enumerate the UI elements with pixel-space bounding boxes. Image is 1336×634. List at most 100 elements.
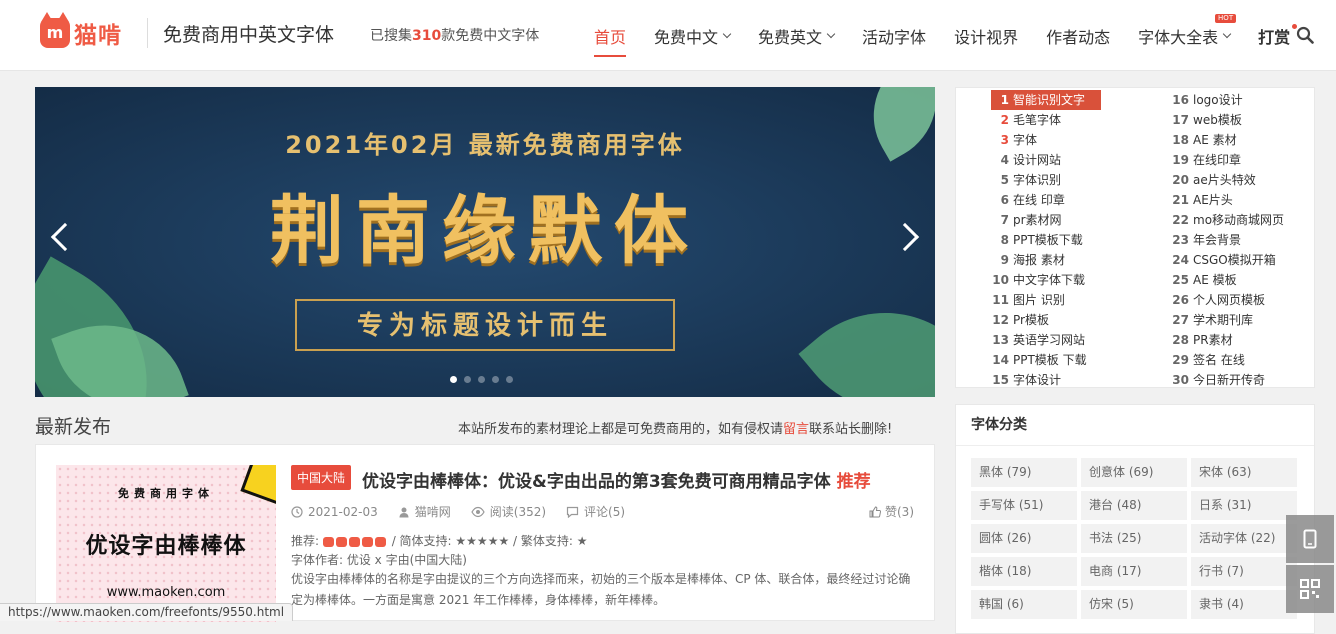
hot-keyword: web模板: [1193, 113, 1242, 127]
hot-list-item[interactable]: 5 字体识别: [991, 170, 1101, 190]
carousel-dot[interactable]: [492, 376, 499, 383]
hot-list-item[interactable]: 3 字体: [991, 130, 1101, 150]
hot-list-item[interactable]: 15 字体设计: [991, 370, 1101, 390]
carousel-dot[interactable]: [464, 376, 471, 383]
category-item[interactable]: 日系 (31): [1191, 491, 1297, 520]
category-item[interactable]: 黑体 (79): [971, 458, 1077, 487]
hot-list-item[interactable]: 13 英语学习网站: [991, 330, 1101, 350]
site-header: m 猫啃 免费商用中英文字体 已搜集310款免费中文字体 首页 免费中文 免费英…: [0, 0, 1336, 71]
nav-home[interactable]: 首页: [594, 0, 627, 71]
site-logo[interactable]: m 猫啃: [40, 12, 122, 50]
hot-list-item[interactable]: 30 今日新开传奇: [1171, 370, 1284, 390]
mobile-view-button[interactable]: [1286, 515, 1334, 563]
logo-text: 猫啃: [74, 23, 122, 49]
hot-keyword: PR素材: [1193, 333, 1233, 347]
hot-list-item[interactable]: 11 图片 识别: [991, 290, 1101, 310]
main-nav: 首页 免费中文 免费英文 活动字体 设计视界 作者动态 字体大全表 HOT 打赏: [580, 0, 1304, 71]
category-item[interactable]: 书法 (25): [1081, 524, 1187, 553]
search-icon[interactable]: [1296, 26, 1314, 44]
hot-list-item[interactable]: 2 毛笔字体: [991, 110, 1101, 130]
carousel-dot[interactable]: [506, 376, 513, 383]
category-item[interactable]: 创意体 (69): [1081, 458, 1187, 487]
hot-keyword: PPT模板 下载: [1013, 353, 1087, 367]
post-title[interactable]: 优设字由棒棒体：优设&字由出品的第3套免费可商用精品字体 推荐: [362, 467, 871, 492]
hot-list-item[interactable]: 23 年会背景: [1171, 230, 1284, 250]
nav-font-table[interactable]: 字体大全表 HOT: [1138, 0, 1237, 71]
banner-title: 荆南缘默体: [270, 188, 700, 274]
category-item[interactable]: 行书 (7): [1191, 557, 1297, 586]
category-item[interactable]: 活动字体 (22): [1191, 524, 1297, 553]
nav-free-english[interactable]: 免费英文: [758, 0, 836, 71]
hot-list-item[interactable]: 22 mo移动商城网页: [1171, 210, 1284, 230]
hot-list-item[interactable]: 16 logo设计: [1171, 90, 1284, 110]
category-item[interactable]: 韩国 (6): [971, 590, 1077, 619]
hot-keyword: AE 素材: [1193, 133, 1237, 147]
browser-status-url: https://www.maoken.com/freefonts/9550.ht…: [0, 603, 294, 621]
rating-icons: [322, 536, 388, 547]
nav-reward[interactable]: 打赏: [1258, 0, 1298, 71]
hot-list-item[interactable]: 17 web模板: [1171, 110, 1284, 130]
message-link[interactable]: 留言: [783, 422, 809, 437]
hot-keyword: 中文字体下载: [1013, 273, 1086, 287]
hot-list-item[interactable]: 18 AE 素材: [1171, 130, 1284, 150]
hot-list-item[interactable]: 14 PPT模板 下载: [991, 350, 1101, 370]
hot-list-item[interactable]: 9 海报 素材: [991, 250, 1101, 270]
category-item[interactable]: 隶书 (4): [1191, 590, 1297, 619]
hot-keyword: 年会背景: [1193, 233, 1242, 247]
hot-list-item[interactable]: 29 签名 在线: [1171, 350, 1284, 370]
post-comments[interactable]: 评论(5): [566, 503, 625, 520]
hot-list-item[interactable]: 28 PR素材: [1171, 330, 1284, 350]
hot-list-item[interactable]: 26 个人网页模板: [1171, 290, 1284, 310]
hot-keyword: 字体: [1013, 133, 1038, 147]
cat-rating-icon: [348, 536, 360, 547]
nav-design-vision[interactable]: 设计视界: [954, 0, 1018, 71]
thumb-title: 优设字由棒棒体: [85, 534, 247, 559]
category-item[interactable]: 宋体 (63): [1191, 458, 1297, 487]
region-badge[interactable]: 中国大陆: [291, 465, 352, 490]
latest-section-title: 最新发布: [35, 416, 112, 438]
hot-list-item[interactable]: 12 Pr模板: [991, 310, 1101, 330]
carousel-dot[interactable]: [478, 376, 485, 383]
hot-list-item[interactable]: 24 CSGO模拟开箱: [1171, 250, 1284, 270]
qr-code-button[interactable]: [1286, 565, 1334, 613]
category-item[interactable]: 楷体 (18): [971, 557, 1077, 586]
hot-list-item[interactable]: 6 在线 印章: [991, 190, 1101, 210]
category-item[interactable]: 港台 (48): [1081, 491, 1187, 520]
hot-list-item[interactable]: 21 AE片头: [1171, 190, 1284, 210]
cat-rating-icon: [361, 536, 373, 547]
hot-keyword: 设计网站: [1013, 153, 1062, 167]
hot-list-item[interactable]: 19 在线印章: [1171, 150, 1284, 170]
rank-number: 22: [1172, 213, 1189, 227]
carousel-dot[interactable]: [450, 376, 457, 383]
hot-list-item[interactable]: 4 设计网站: [991, 150, 1101, 170]
hot-list-item[interactable]: 8 PPT模板下载: [991, 230, 1101, 250]
hero-carousel[interactable]: 2021年02月 最新免费商用字体 荆南缘默体 专为标题设计而生: [35, 87, 935, 397]
chevron-down-icon: [1222, 29, 1232, 38]
hot-list-item[interactable]: 7 pr素材网: [991, 210, 1101, 230]
post-author[interactable]: 猫啃网: [398, 503, 451, 520]
like-button[interactable]: 赞(3): [869, 503, 914, 520]
hot-keyword: CSGO模拟开箱: [1193, 253, 1276, 267]
chevron-down-icon: [722, 29, 732, 38]
nav-free-chinese[interactable]: 免费中文: [654, 0, 732, 71]
hot-list-item[interactable]: 1 智能识别文字: [991, 90, 1101, 110]
post-thumbnail[interactable]: 免费商用字体 优设字由棒棒体 www.maoken.com: [56, 465, 276, 622]
hot-list-item[interactable]: 27 学术期刊库: [1171, 310, 1284, 330]
rank-number: 16: [1172, 93, 1189, 107]
rank-number: 2: [1000, 113, 1009, 127]
nav-event-fonts[interactable]: 活动字体: [862, 0, 926, 71]
post-views: 阅读(352): [471, 503, 546, 520]
hot-list-item[interactable]: 20 ae片头特效: [1171, 170, 1284, 190]
thumb-url: www.maoken.com: [106, 585, 226, 600]
rank-number: 14: [992, 353, 1009, 367]
hot-keyword: 今日新开传奇: [1193, 373, 1266, 387]
nav-author-news[interactable]: 作者动态: [1046, 0, 1110, 71]
hot-list-item[interactable]: 10 中文字体下载: [991, 270, 1101, 290]
category-item[interactable]: 仿宋 (5): [1081, 590, 1187, 619]
category-item[interactable]: 电商 (17): [1081, 557, 1187, 586]
category-item[interactable]: 手写体 (51): [971, 491, 1077, 520]
hot-keyword: logo设计: [1193, 93, 1243, 107]
category-item[interactable]: 圆体 (26): [971, 524, 1077, 553]
rank-number: 19: [1172, 153, 1189, 167]
hot-list-item[interactable]: 25 AE 模板: [1171, 270, 1284, 290]
